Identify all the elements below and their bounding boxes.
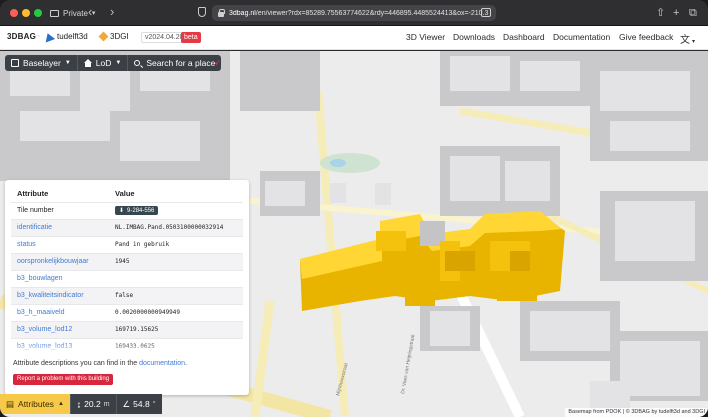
map-attribution: Basemap from PDOK | © 3DBAG by tudelft3d…	[565, 408, 708, 417]
caret-down-icon: ▼	[115, 60, 122, 66]
angle-icon: ∠	[122, 398, 131, 409]
attr-value: NL.IMBAG.Pand.0503100000032914	[109, 218, 243, 236]
attr-key-link[interactable]: b3_volume_lod12	[11, 320, 109, 338]
browser-window: Private ▾ ‹ › 3dbag.nl/en/viewer?rdx=852…	[0, 0, 708, 417]
tabs-overview-icon[interactable]: ⧉	[689, 5, 697, 21]
house-icon	[83, 59, 92, 67]
browser-chrome: Private ▾ ‹ › 3dbag.nl/en/viewer?rdx=852…	[0, 0, 708, 26]
private-label: Private	[63, 8, 88, 18]
table-row: Tile number ⬇ 9-284-556	[11, 201, 243, 219]
attr-value: ⬇ 9-284-556	[109, 201, 243, 219]
attr-key-link[interactable]: status	[11, 235, 109, 253]
translate-icon: 文	[680, 35, 690, 46]
camera-angle: ∠ 54.8 °	[115, 394, 162, 414]
chevron-down-icon: ▾	[91, 10, 96, 17]
caret-down-icon: ▼	[64, 60, 71, 66]
share-icon[interactable]: ⇧	[656, 5, 665, 21]
logo-3dbag[interactable]: 3DBAG	[7, 32, 36, 41]
sidebar-icon	[50, 9, 59, 17]
caret-up-icon: ▲	[57, 401, 64, 407]
minimize-window-button[interactable]	[22, 9, 30, 17]
table-row: b3_bouwlagen	[11, 269, 243, 287]
forward-button[interactable]: ›	[110, 4, 114, 20]
table-row: identificatie NL.IMBAG.Pand.050310000003…	[11, 218, 243, 236]
address-bar[interactable]: 3dbag.nl/en/viewer?rdx=85289.75563774622…	[212, 5, 496, 21]
chevron-down-icon: ▾	[692, 39, 696, 45]
lock-icon	[218, 8, 225, 17]
attr-value: Pand in gebruik	[109, 235, 243, 253]
download-icon: ⬇	[119, 208, 125, 214]
zoom-window-button[interactable]	[34, 9, 42, 17]
table-row: b3_kwaliteitsindicator false	[11, 286, 243, 304]
close-window-button[interactable]	[10, 9, 18, 17]
map-toolbar: Baselayer ▼ LoD ▼ Search for a place	[5, 55, 222, 71]
column-header-value: Value	[115, 189, 135, 199]
search-icon	[134, 60, 141, 66]
language-selector[interactable]: 文 ▾	[680, 31, 695, 46]
attr-value	[109, 269, 243, 287]
attribute-table: Attribute Value Tile number ⬇ 9-284-556 i…	[11, 186, 243, 355]
place-search[interactable]: Search for a place	[128, 55, 221, 71]
attr-key: Tile number	[11, 201, 109, 219]
attr-value: 169719.15625	[109, 320, 243, 338]
table-row: oorspronkelijkbouwjaar 1945	[11, 252, 243, 270]
attr-key-link[interactable]: b3_bouwlagen	[11, 269, 109, 287]
attr-key-link[interactable]: b3_h_maaiveld	[11, 303, 109, 321]
attr-value: 1945	[109, 252, 243, 270]
documentation-link[interactable]: documentation	[139, 360, 185, 367]
privacy-shield-icon[interactable]	[198, 7, 206, 17]
street-label-1: Dr. Vaes van Heijningstraat	[400, 333, 416, 394]
bottom-bar: ▤ Attributes ▲ ↨ 20.2 m ∠ 54.8 °	[0, 394, 162, 414]
tile-download-button[interactable]: ⬇ 9-284-556	[115, 206, 159, 215]
nav-dashboard[interactable]: Dashboard	[503, 32, 545, 42]
baselayer-dropdown[interactable]: Baselayer ▼	[5, 55, 78, 71]
nav-give-feedback[interactable]: Give feedback	[619, 32, 673, 42]
attr-key-link[interactable]: oorspronkelijkbouwjaar	[11, 252, 109, 270]
nav-documentation[interactable]: Documentation	[553, 32, 610, 42]
table-row: b3_h_maaiveld 0.0020000000949949	[11, 303, 243, 321]
attribute-description: Attribute descriptions you can find in t…	[13, 360, 187, 367]
beta-badge: beta	[181, 32, 201, 43]
attributes-toggle-button[interactable]: ▤ Attributes ▲	[0, 394, 70, 414]
logo-tudelft3d[interactable]: tudelft3d	[42, 31, 88, 42]
3dgi-logo-icon	[98, 31, 109, 42]
lod-dropdown[interactable]: LoD ▼	[78, 55, 129, 71]
url-text[interactable]: 3dbag.nl/en/viewer?rdx=85289.75563774622…	[229, 10, 496, 17]
height-icon: ↨	[76, 399, 82, 409]
tudelft-flame-icon	[42, 31, 56, 42]
attribute-panel: Attribute Value Tile number ⬇ 9-284-556 i…	[5, 180, 249, 395]
attr-value: false	[109, 286, 243, 304]
attr-key-link[interactable]: identificatie	[11, 218, 109, 236]
reader-icon[interactable]	[481, 8, 491, 17]
back-button[interactable]: ‹	[88, 4, 92, 20]
table-icon: ▤	[6, 398, 15, 409]
logo-separator: →	[34, 32, 41, 39]
logo-3dgi[interactable]: 3DGI	[98, 31, 129, 42]
table-row: b3_volume_lod12 169719.15625	[11, 320, 243, 338]
nav-downloads[interactable]: Downloads	[453, 32, 495, 42]
attr-value: 0.0020000000949949	[109, 303, 243, 321]
table-row: status Pand in gebruik	[11, 235, 243, 253]
attr-key-link[interactable]: b3_kwaliteitsindicator	[11, 286, 109, 304]
report-problem-button[interactable]: Report a problem with this building	[13, 374, 114, 385]
app-header: 3DBAG → tudelft3d 3DGI v2024.04.20 beta …	[0, 26, 708, 50]
camera-height: ↨ 20.2 m	[69, 394, 116, 414]
layers-icon	[11, 59, 19, 67]
nav-3d-viewer[interactable]: 3D Viewer	[406, 32, 445, 42]
table-scroll-fade	[5, 342, 249, 354]
new-tab-icon[interactable]: +	[673, 5, 679, 21]
column-header-attribute: Attribute	[17, 189, 49, 199]
location-pin-icon[interactable]: ➶	[214, 58, 221, 67]
